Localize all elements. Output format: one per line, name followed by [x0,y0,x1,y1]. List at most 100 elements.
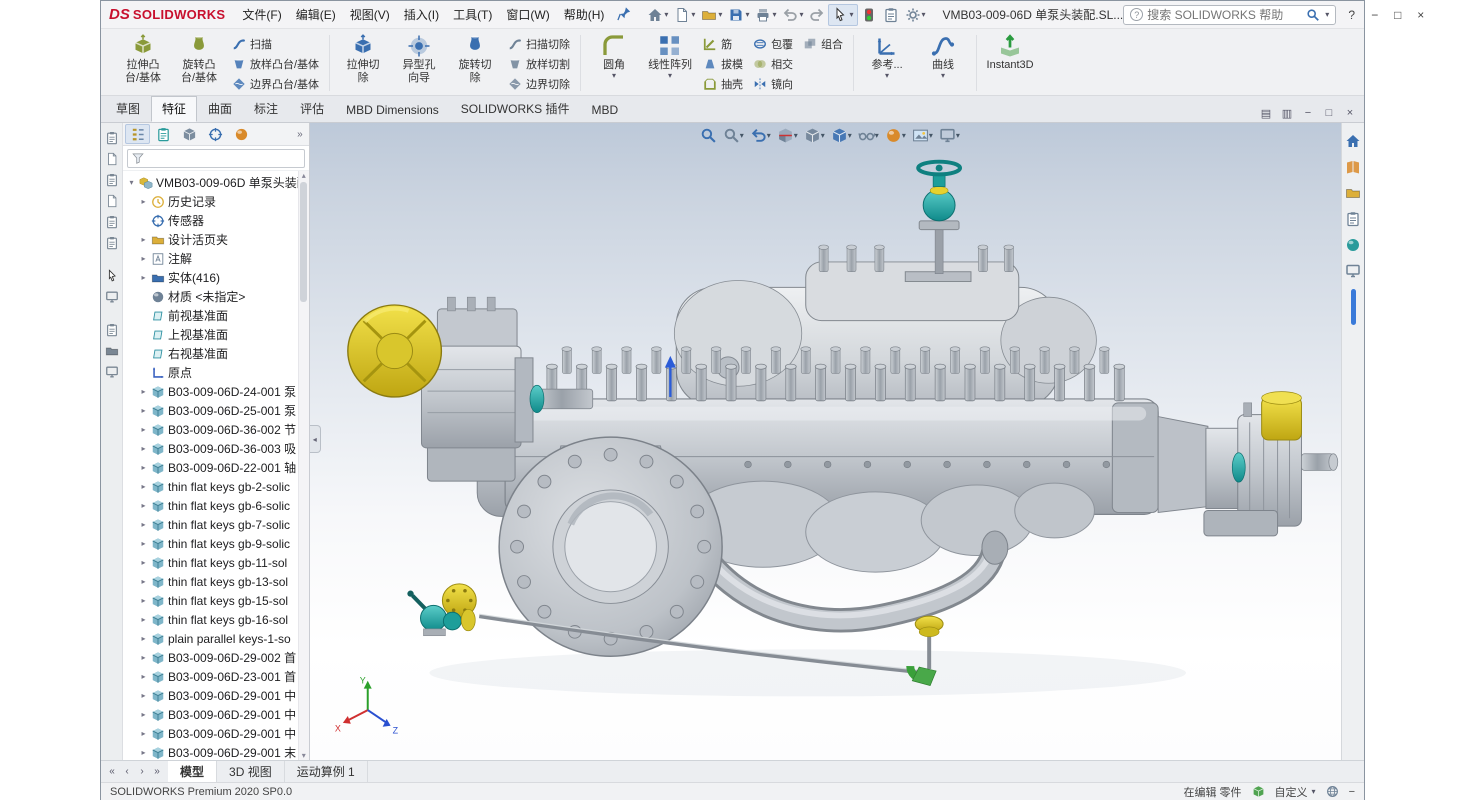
expand-arrow-icon[interactable]: ▸ [139,596,148,605]
mirror-button[interactable]: 镜向 [748,75,798,93]
redo-button[interactable] [806,5,828,25]
tree-scrollbar[interactable]: ▴ ▾ [298,171,309,760]
pump-assembly-3d-view[interactable]: Y X Z [310,123,1341,760]
command-tab[interactable]: 特征 [151,96,197,122]
tab-scroll-button[interactable]: » [150,766,164,777]
side-tool-2[interactable] [105,152,119,166]
swept-boss-button[interactable]: 扫描 [227,35,324,53]
fillet-button[interactable]: 圆角 ▾ [586,31,642,95]
wrap-button[interactable]: 包覆 [748,35,798,53]
tree-item[interactable]: ▸ thin flat keys gb-11-sol [125,553,309,572]
zoom-fit-button[interactable] [698,125,719,146]
command-tab[interactable]: SOLIDWORKS 插件 [450,96,581,122]
expand-arrow-icon[interactable]: ▸ [139,615,148,624]
panel-flyout-arrow[interactable]: » [293,129,307,140]
tree-item[interactable]: 前视基准面 [125,306,309,325]
new-document-button[interactable]: ▾ [671,5,698,25]
expand-arrow-icon[interactable]: ▸ [139,501,148,510]
side-tool-5[interactable] [105,215,119,229]
tree-item[interactable]: ▾ VMB03-009-06D 单泵头装配 [125,173,309,192]
menu-item[interactable]: 编辑(E) [289,1,343,28]
side-tool-4[interactable] [105,194,119,208]
search-dropdown-arrow-icon[interactable]: ▾ [1325,10,1329,19]
reference-geometry-button[interactable]: 参考... ▾ [859,31,915,95]
pane-layout-button[interactable]: ▤ [1256,104,1276,122]
tree-filter-input[interactable] [147,152,300,164]
extruded-cut-button[interactable]: 拉伸切 除 [335,31,391,95]
expand-arrow-icon[interactable]: ▸ [139,634,148,643]
displaymanager-tab[interactable] [229,124,254,144]
help-button[interactable]: ? [1340,4,1363,26]
tree-item[interactable]: ▸ thin flat keys gb-16-sol [125,610,309,629]
tree-item[interactable]: ▸ B03-009-06D-25-001 泵 [125,401,309,420]
print-button[interactable]: ▾ [752,5,779,25]
apply-scene-button[interactable]: ▾ [910,125,935,146]
tree-item[interactable]: 右视基准面 [125,344,309,363]
rebuild-button[interactable] [858,5,880,25]
menu-item[interactable]: 帮助(H) [557,1,612,28]
home-button[interactable]: ▾ [644,5,671,25]
close-button[interactable]: × [1409,4,1432,26]
expand-arrow-icon[interactable]: ▸ [139,520,148,529]
side-tool-6[interactable] [105,236,119,250]
command-tab[interactable]: MBD [580,99,629,122]
task-home-tab[interactable] [1345,133,1361,149]
boundary-boss-button[interactable]: 边界凸台/基体 [227,75,324,93]
expand-arrow-icon[interactable]: ▸ [139,197,148,206]
tree-item[interactable]: ▸ B03-009-06D-29-002 首 [125,648,309,667]
expand-arrow-icon[interactable]: ▸ [139,539,148,548]
file-explorer-tab[interactable] [1345,185,1361,201]
design-library-tab[interactable] [1345,159,1361,175]
file-properties-button[interactable] [880,5,902,25]
side-tool-3[interactable] [105,173,119,187]
tree-item[interactable]: ▸ 实体(416) [125,268,309,287]
tree-item[interactable]: 原点 [125,363,309,382]
combine-button[interactable]: 组合 [798,35,848,53]
command-tab[interactable]: MBD Dimensions [335,99,450,122]
doc-minimize-button[interactable]: − [1298,104,1318,122]
previous-view-button[interactable]: ▾ [748,125,773,146]
view-settings-button[interactable]: ▾ [937,125,962,146]
extruded-boss-base-button[interactable]: 拉伸凸 台/基体 [115,31,171,95]
tree-item[interactable]: 传感器 [125,211,309,230]
globe-icon[interactable] [1326,785,1339,798]
side-tool-8[interactable] [105,290,119,304]
select-button[interactable]: ▾ [828,4,857,26]
section-view-button[interactable]: ▾ [775,125,800,146]
tree-item[interactable]: 材质 <未指定> [125,287,309,306]
tree-item[interactable]: ▸ B03-009-06D-29-001 中 [125,686,309,705]
task-pane-scroll-indicator[interactable] [1351,289,1356,325]
expand-arrow-icon[interactable]: ▸ [139,672,148,681]
pin-icon[interactable] [617,6,632,24]
side-tool-11[interactable] [105,365,119,379]
tab-scroll-button[interactable]: « [105,766,119,777]
model-tab[interactable]: 模型 [168,761,217,782]
menu-item[interactable]: 视图(V) [343,1,397,28]
command-tab[interactable]: 标注 [243,96,289,122]
curves-button[interactable]: 曲线 ▾ [915,31,971,95]
scroll-up-icon[interactable]: ▴ [302,171,306,180]
tree-item[interactable]: ▸ thin flat keys gb-15-sol [125,591,309,610]
swept-cut-button[interactable]: 扫描切除 [503,35,575,53]
expand-arrow-icon[interactable]: ▸ [139,653,148,662]
side-tool-7[interactable] [105,269,119,283]
instant3d-button[interactable]: Instant3D [982,31,1038,95]
command-tab[interactable]: 曲面 [197,96,243,122]
command-tab[interactable]: 评估 [289,96,335,122]
tree-item[interactable]: ▸ thin flat keys gb-6-solic [125,496,309,515]
side-tool-10[interactable] [105,344,119,358]
expand-arrow-icon[interactable]: ▸ [139,425,148,434]
draft-button[interactable]: 拔模 [698,55,748,73]
menu-item[interactable]: 插入(I) [397,1,446,28]
lofted-cut-button[interactable]: 放样切割 [503,55,575,73]
rib-button[interactable]: 筋 [698,35,748,53]
expand-arrow-icon[interactable]: ▸ [139,273,148,282]
expand-arrow-icon[interactable]: ▸ [139,235,148,244]
tree-item[interactable]: ▸ B03-009-06D-36-003 吸 [125,439,309,458]
tree-item[interactable]: ▸ thin flat keys gb-7-solic [125,515,309,534]
expand-arrow-icon[interactable]: ▸ [139,710,148,719]
expand-arrow-icon[interactable]: ▸ [139,463,148,472]
side-tool-1[interactable] [105,131,119,145]
open-button[interactable]: ▾ [698,5,725,25]
tree-item[interactable]: ▸ B03-009-06D-29-001 末 [125,743,309,760]
